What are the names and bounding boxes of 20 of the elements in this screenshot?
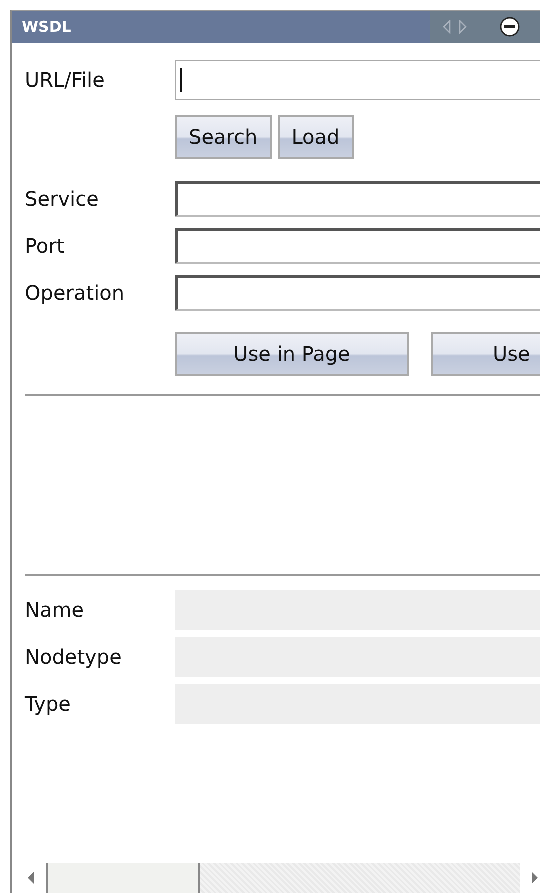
input-field[interactable] xyxy=(175,180,540,216)
property-label: Nodetype xyxy=(25,644,123,668)
field-label: Service xyxy=(25,186,100,210)
scroll-right-icon[interactable] xyxy=(530,871,540,885)
url-input-field[interactable] xyxy=(175,60,540,100)
use-button[interactable]: Use in Page xyxy=(175,332,409,376)
toolbar-button[interactable]: Load xyxy=(278,115,354,159)
property-label: Name xyxy=(25,598,86,622)
input-field[interactable] xyxy=(175,274,540,310)
panel-title: WSDL xyxy=(21,18,72,36)
input-field[interactable] xyxy=(175,228,540,264)
scrollbar-thumb[interactable] xyxy=(46,863,200,893)
toolbar-button[interactable]: Search xyxy=(175,115,272,159)
property-label: Type xyxy=(25,692,72,716)
field-label: Operation xyxy=(25,280,126,304)
field-label: URL/File xyxy=(25,68,106,92)
collapse-icon[interactable] xyxy=(500,17,520,37)
scroll-left-icon[interactable] xyxy=(26,871,36,885)
use-button[interactable]: Use xyxy=(431,332,540,376)
field-label: Port xyxy=(25,234,66,258)
